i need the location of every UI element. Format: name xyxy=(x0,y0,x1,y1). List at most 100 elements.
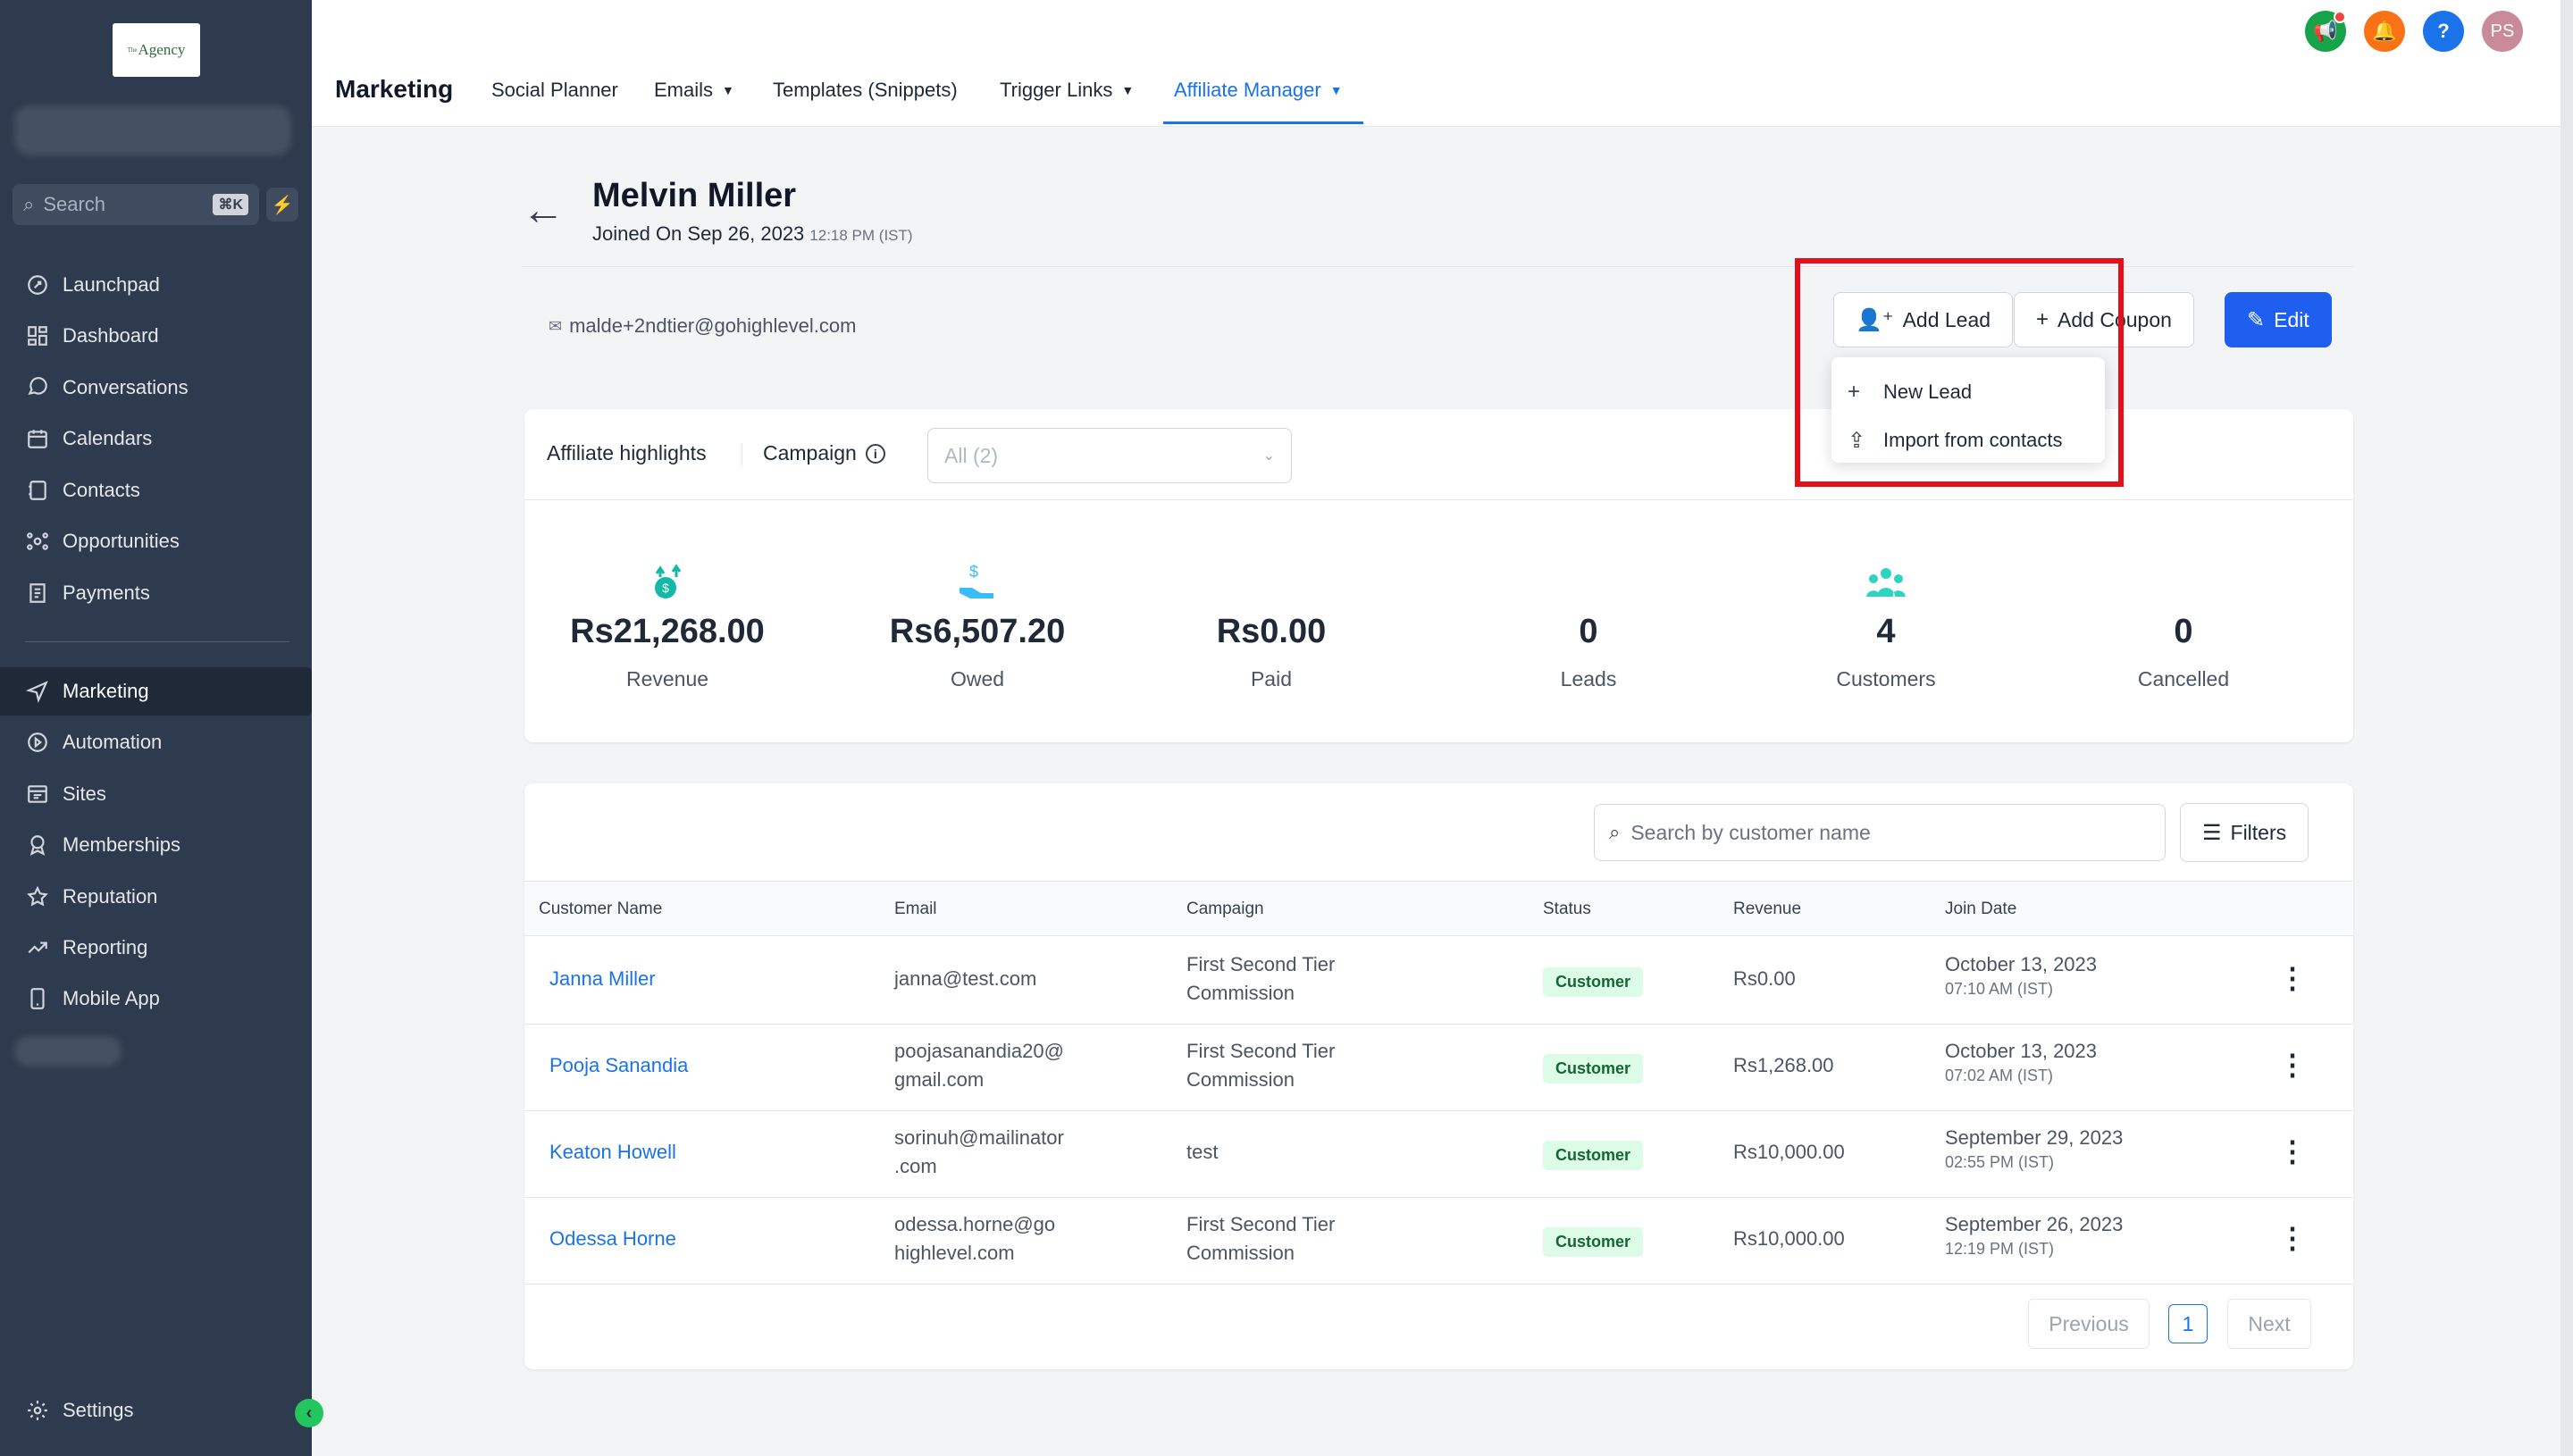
tab-emails[interactable]: Emails ▼ xyxy=(654,79,734,102)
sidebar-item-label: Marketing xyxy=(63,680,149,702)
svg-text:$: $ xyxy=(969,563,978,581)
launchpad-icon xyxy=(25,272,50,297)
column-header[interactable]: Status xyxy=(1543,900,1591,919)
sidebar-search[interactable]: ⌕ Search ⌘K xyxy=(13,184,259,225)
customer-name-link[interactable]: Keaton Howell xyxy=(549,1138,676,1167)
column-header[interactable]: Customer Name xyxy=(539,900,662,919)
calendar-icon xyxy=(25,426,50,451)
sidebar-item-label: Memberships xyxy=(63,833,181,856)
email-line: .com xyxy=(894,1155,937,1177)
table-row[interactable]: Odessa Horne odessa.horne@go highlevel.com… xyxy=(524,1198,2353,1284)
reporting-icon xyxy=(25,935,50,960)
table-row[interactable]: Janna Miller janna@test.com First Second T… xyxy=(524,938,2353,1025)
previous-page-button[interactable]: Previous xyxy=(2028,1299,2150,1349)
sidebar-item-label: Sites xyxy=(63,782,106,805)
joined-time: 12:18 PM (IST) xyxy=(809,227,913,244)
customer-name-link[interactable]: Janna Miller xyxy=(549,965,656,993)
quick-actions-button[interactable]: ⚡ xyxy=(266,188,298,222)
email-text: malde+2ndtier@gohighlevel.com xyxy=(569,314,857,337)
revenue-icon: $ xyxy=(655,564,682,598)
chevron-down-icon: ▼ xyxy=(1329,83,1343,97)
edit-label: Edit xyxy=(2274,307,2309,331)
column-header[interactable]: Join Date xyxy=(1945,900,2016,919)
next-page-button[interactable]: Next xyxy=(2227,1299,2311,1349)
column-header[interactable]: Campaign xyxy=(1186,900,1264,919)
sidebar-item-opportunities[interactable]: Opportunities xyxy=(0,517,312,565)
customer-revenue: Rs10,000.00 xyxy=(1733,1141,1845,1163)
customer-search-input[interactable]: ⌕ Search by customer name xyxy=(1594,804,2166,861)
table-row[interactable]: Pooja Sanandia poojasanandia20@ gmail.com F… xyxy=(524,1025,2353,1111)
opportunities-icon xyxy=(25,529,50,554)
join-date-time: 07:02 AM (IST) xyxy=(1945,1067,2054,1084)
avatar[interactable]: PS xyxy=(2482,11,2523,52)
location-switcher[interactable] xyxy=(14,105,291,155)
join-date-time: 12:19 PM (IST) xyxy=(1945,1240,2055,1258)
sidebar-item-reporting[interactable]: Reporting xyxy=(0,924,312,972)
sidebar-item-conversations[interactable]: Conversations xyxy=(0,364,312,412)
customer-name-link[interactable]: Odessa Horne xyxy=(549,1225,676,1253)
campaign-select[interactable]: All (2) ⌄ xyxy=(927,428,1292,483)
pencil-icon: ✎ xyxy=(2247,307,2266,332)
sidebar-item-label: Conversations xyxy=(63,376,189,398)
filters-button[interactable]: ☰ Filters xyxy=(2180,803,2309,862)
shortcut-badge: ⌘K xyxy=(213,194,248,215)
sidebar-item-dashboard[interactable]: Dashboard xyxy=(0,312,312,360)
sidebar-item-automation[interactable]: Automation xyxy=(0,718,312,766)
status-badge: Customer xyxy=(1543,1054,1644,1084)
table-row[interactable]: Keaton Howell sorinuh@mailinator .com test C… xyxy=(524,1111,2353,1198)
customer-email: poojasanandia20@ gmail.com xyxy=(894,1037,1064,1094)
row-actions-button[interactable]: ⋮ xyxy=(2278,1134,2307,1168)
collapse-sidebar-button[interactable]: ‹ xyxy=(295,1399,323,1427)
stat-value: 4 xyxy=(1876,613,1896,650)
page-scrollbar[interactable] xyxy=(2560,0,2573,1456)
page-title: Marketing xyxy=(335,75,454,103)
sidebar-item-payments[interactable]: Payments xyxy=(0,569,312,617)
sidebar-blurred-item[interactable] xyxy=(14,1036,122,1067)
agency-logo[interactable]: The Agency xyxy=(113,23,200,77)
sidebar-item-label: Mobile App xyxy=(63,987,160,1009)
row-actions-button[interactable]: ⋮ xyxy=(2278,961,2307,995)
active-tab-indicator xyxy=(1163,121,1363,124)
join-date-day: September 29, 2023 xyxy=(1945,1126,2124,1149)
sidebar-item-settings[interactable]: Settings xyxy=(0,1386,312,1435)
more-vertical-icon: ⋮ xyxy=(2278,1135,2307,1167)
row-actions-button[interactable]: ⋮ xyxy=(2278,1048,2307,1082)
notifications-button[interactable]: 🔔 xyxy=(2364,11,2405,52)
sidebar-item-calendars[interactable]: Calendars xyxy=(0,414,312,463)
back-button[interactable]: ← xyxy=(522,189,565,232)
campaign-line: First Second Tier xyxy=(1186,1040,1336,1062)
sidebar-item-contacts[interactable]: Contacts xyxy=(0,466,312,515)
column-header[interactable]: Revenue xyxy=(1733,900,1801,919)
customer-email: sorinuh@mailinator .com xyxy=(894,1124,1064,1181)
row-actions-button[interactable]: ⋮ xyxy=(2278,1221,2307,1255)
sidebar-item-reputation[interactable]: Reputation xyxy=(0,873,312,921)
sidebar-divider xyxy=(25,641,289,642)
email-line: janna@test.com xyxy=(894,967,1037,990)
stat-label: Cancelled xyxy=(2137,667,2230,690)
tab-templates[interactable]: Templates (Snippets) xyxy=(773,79,958,102)
customer-name-link[interactable]: Pooja Sanandia xyxy=(549,1051,688,1080)
join-date: September 26, 2023 12:19 PM (IST) xyxy=(1945,1210,2123,1259)
tab-social-planner[interactable]: Social Planner xyxy=(491,79,618,102)
tab-affiliate-manager[interactable]: Affiliate Manager ▼ xyxy=(1174,79,1343,102)
stat-leads: 0 Leads xyxy=(1446,561,1731,691)
sidebar-item-sites[interactable]: Sites xyxy=(0,770,312,818)
info-icon[interactable]: i xyxy=(865,443,885,464)
help-button[interactable]: ? xyxy=(2423,11,2464,52)
more-vertical-icon: ⋮ xyxy=(2278,962,2307,994)
tab-trigger-links[interactable]: Trigger Links ▼ xyxy=(1000,79,1134,102)
notification-dot xyxy=(2334,11,2346,23)
page-number-button[interactable]: 1 xyxy=(2168,1304,2208,1343)
campaign-label: Campaign i xyxy=(763,441,885,465)
edit-button[interactable]: ✎ Edit xyxy=(2225,292,2332,347)
status-badge: Customer xyxy=(1543,1227,1644,1257)
sidebar-item-memberships[interactable]: Memberships xyxy=(0,821,312,869)
announcement-button[interactable]: 📢 xyxy=(2305,11,2346,52)
join-date: October 13, 2023 07:02 AM (IST) xyxy=(1945,1037,2097,1085)
sidebar-item-mobile-app[interactable]: Mobile App xyxy=(0,975,312,1023)
automation-icon xyxy=(25,730,50,755)
sidebar-item-launchpad[interactable]: Launchpad xyxy=(0,261,312,309)
column-header[interactable]: Email xyxy=(894,900,937,919)
megaphone-icon: 📢 xyxy=(2313,20,2338,42)
sidebar-item-marketing[interactable]: Marketing xyxy=(0,667,312,715)
